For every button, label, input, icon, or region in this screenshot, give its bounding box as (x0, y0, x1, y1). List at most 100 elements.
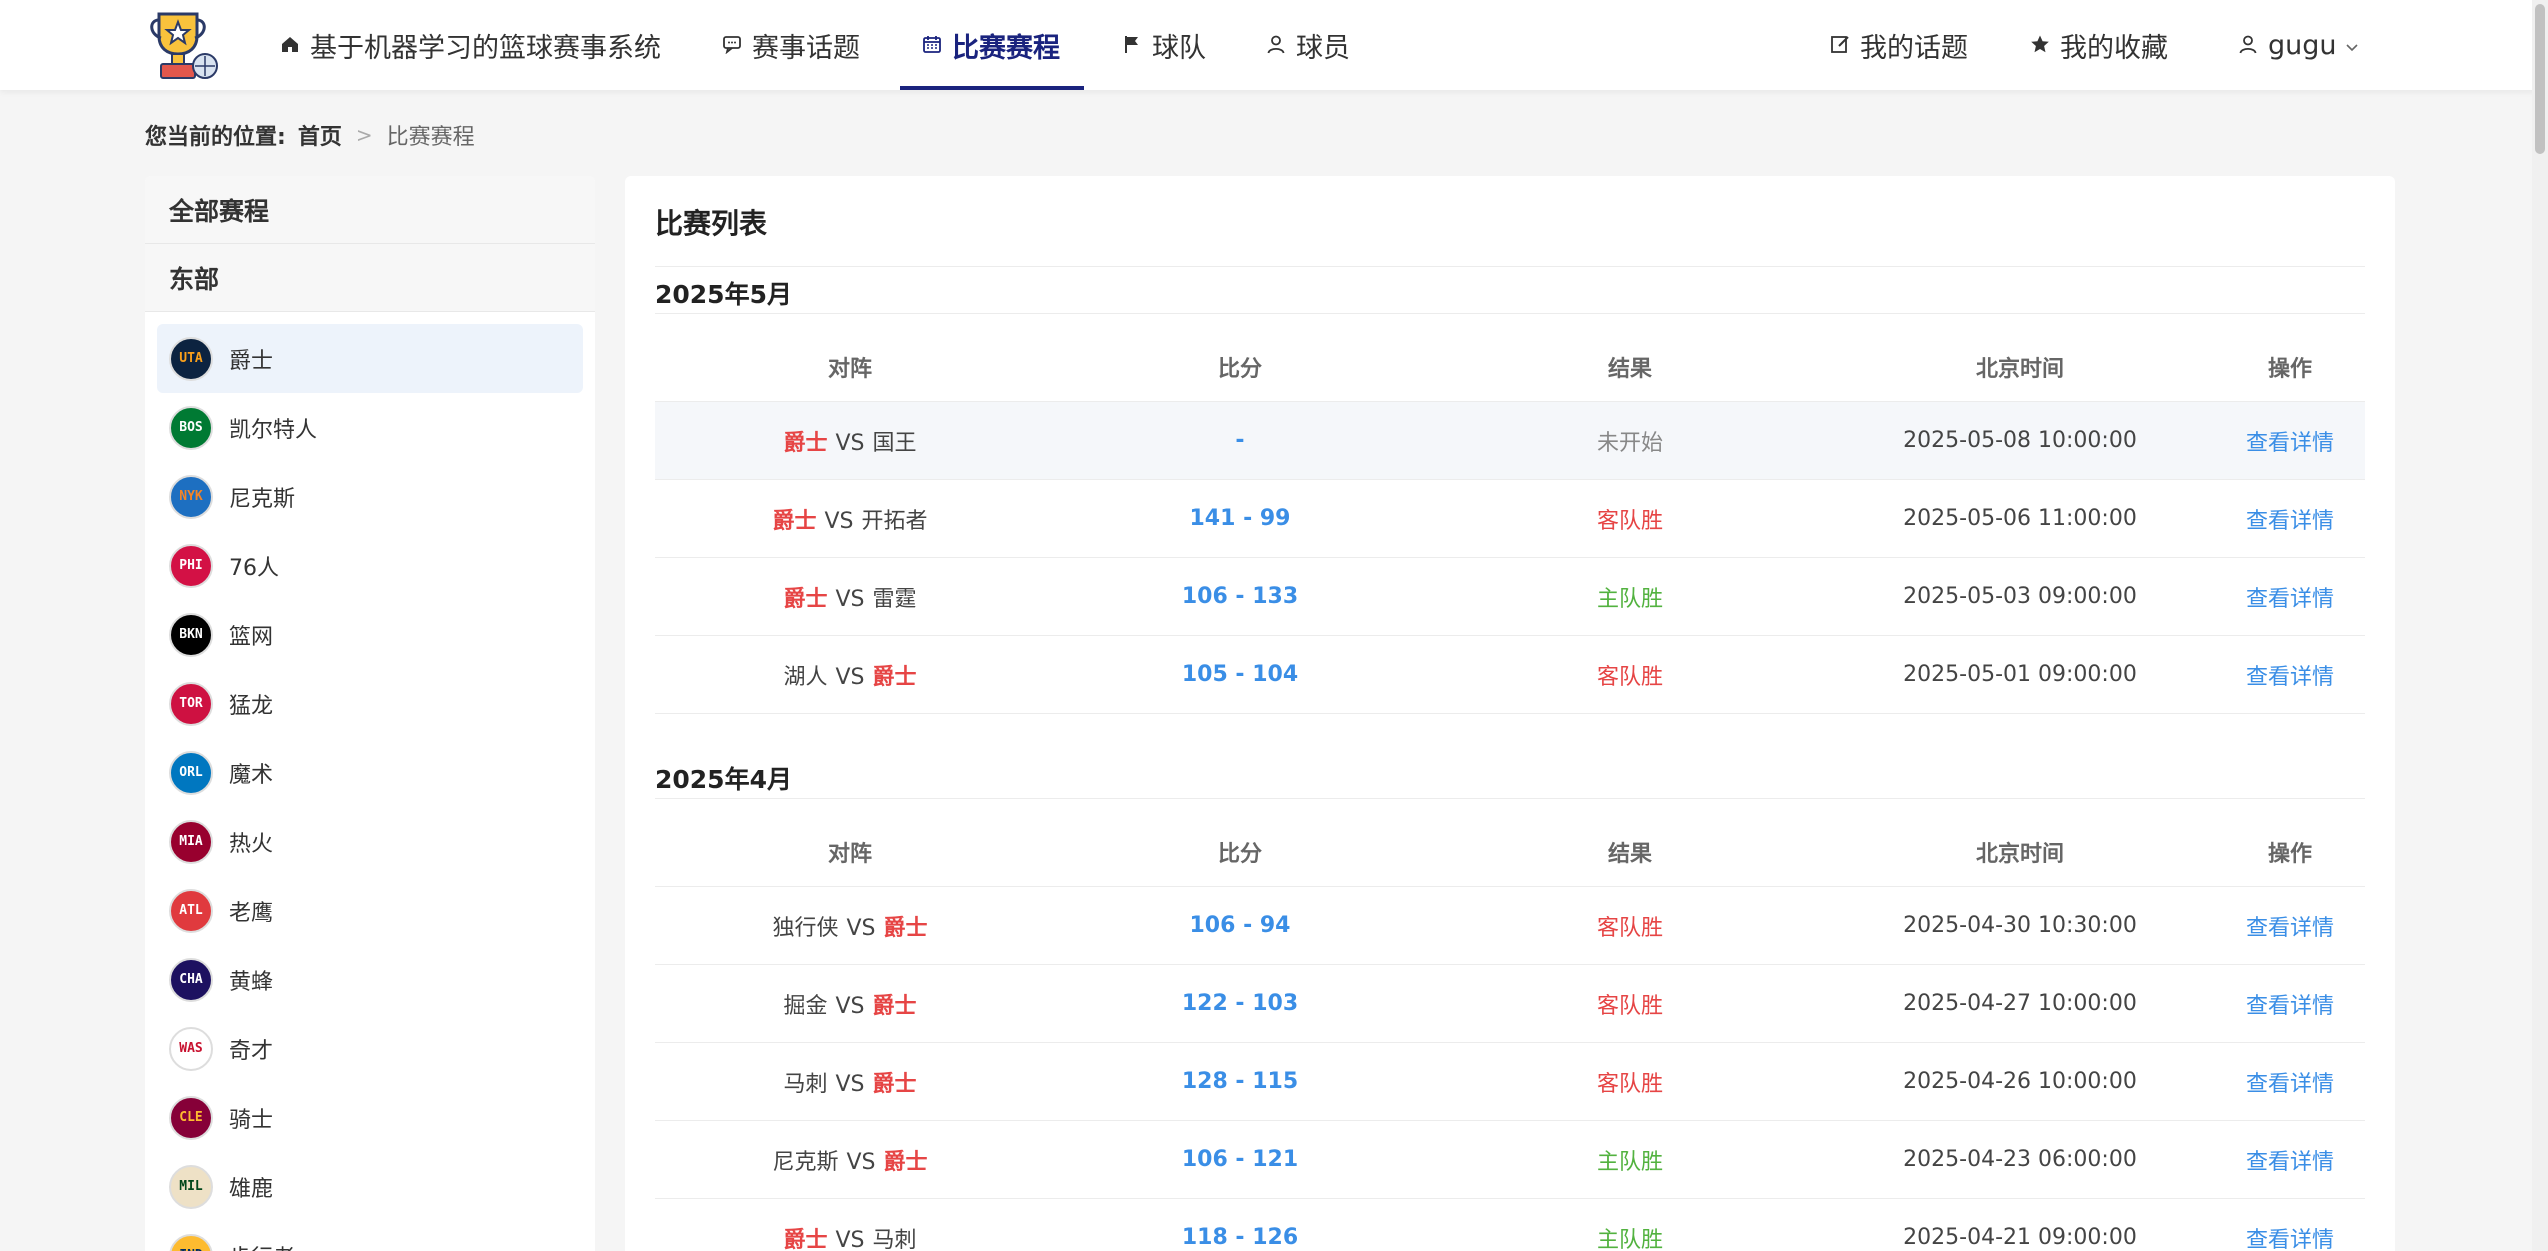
table-row: 爵士 VS 国王 - 未开始 2025-05-08 10:00:00 查看详情. (655, 402, 2365, 480)
nav-players-label: 球员 (1296, 32, 1350, 64)
page-scrollbar[interactable] (2532, 0, 2548, 1251)
sidebar-item-team[interactable]: PHI 76人 (157, 531, 583, 600)
nav-user-menu[interactable]: gugu (2238, 0, 2359, 90)
view-details-link[interactable]: 查看详情 (2246, 431, 2334, 456)
vs-label: VS (846, 915, 876, 941)
team-logo-icon: TOR (169, 681, 213, 726)
result-cell: 客队胜 (1596, 664, 1663, 690)
sidebar-item-team[interactable]: ATL 老鹰 (157, 876, 583, 945)
action-cell: 查看详情. (2215, 1222, 2365, 1251)
nav-teams[interactable]: 球队 (1122, 0, 1206, 90)
view-details-link[interactable]: 查看详情 (2246, 665, 2334, 690)
edit-icon (1830, 30, 1850, 61)
sidebar-item-team[interactable]: CHA 黄蜂 (157, 945, 583, 1014)
match-table: 对阵 比分 结果 北京时间 操作 爵士 VS 国王 - 未开始 2025-05-08 10:00:0… (655, 332, 2365, 714)
table-header: 对阵 比分 结果 北京时间 操作 (655, 332, 2365, 402)
team-logo-icon: MIL (169, 1164, 213, 1209)
nav-user-label: gugu (2268, 29, 2337, 61)
sidebar-group-east[interactable]: 东部 (145, 244, 595, 312)
matchup-cell: 尼克斯 VS 爵士 (655, 1144, 1045, 1176)
team-name: 热火 (229, 831, 274, 857)
breadcrumb-home-link[interactable]: 首页 (298, 119, 342, 151)
team-logo-icon: MIA (169, 819, 213, 864)
nav-favorites-label: 我的收藏 (2060, 32, 2168, 64)
trophy-logo-icon[interactable] (145, 8, 221, 82)
matchup-cell: 爵士 VS 雷霆 (655, 581, 1045, 613)
result-cell: 客队胜 (1596, 508, 1663, 534)
time-cell: 2025-04-30 10:30:00 (1903, 913, 2137, 938)
team-name: 步行者 (229, 1240, 295, 1251)
matchup-cell: 爵士 VS 国王 (655, 425, 1045, 457)
sidebar-item-team[interactable]: TOR 猛龙 (157, 669, 583, 738)
sidebar-item-team[interactable]: CLE 骑士 (157, 1083, 583, 1152)
away-team: 雷霆 (872, 586, 917, 612)
sidebar-item-team[interactable]: NYK 尼克斯 (157, 462, 583, 531)
sidebar-item-team[interactable]: BOS 凯尔特人 (157, 393, 583, 462)
nav-topics-label: 赛事话题 (752, 32, 860, 64)
nav-active-indicator (900, 86, 1084, 90)
result-cell: 主队胜 (1596, 586, 1663, 612)
nav-players[interactable]: 球员 (1266, 0, 1350, 90)
time-cell: 2025-05-06 11:00:00 (1903, 506, 2137, 531)
column-header-result: 结果 (1607, 841, 1652, 867)
team-name: 老鹰 (229, 900, 274, 926)
table-header: 对阵 比分 结果 北京时间 操作 (655, 817, 2365, 887)
nav-brand-label: 基于机器学习的篮球赛事系统 (310, 32, 661, 64)
view-details-link[interactable]: 查看详情 (2246, 587, 2334, 612)
team-name: 雄鹿 (229, 1176, 274, 1202)
result-cell: 主队胜 (1596, 1227, 1663, 1251)
sidebar-item-team[interactable]: WAS 奇才 (157, 1014, 583, 1083)
action-cell: 查看详情. (2215, 1066, 2365, 1098)
table-row: 湖人 VS 爵士 105 - 104 客队胜 2025-05-01 09:00:00 查看详… (655, 636, 2365, 714)
user-icon (2238, 30, 2258, 61)
scrollbar-thumb[interactable] (2535, 4, 2545, 154)
matchup-cell: 爵士 VS 开拓者 (655, 503, 1045, 535)
month-title: 2025年5月 (655, 272, 2365, 314)
column-header-result: 结果 (1607, 356, 1652, 382)
score-cell: - (1235, 428, 1245, 453)
nav-schedule[interactable]: 比赛赛程 (922, 0, 1060, 90)
away-team: 爵士 (872, 993, 917, 1019)
action-cell: 查看详情. (2215, 425, 2365, 457)
sidebar-item-team[interactable]: BKN 篮网 (157, 600, 583, 669)
result-cell: 客队胜 (1596, 1071, 1663, 1097)
view-details-link[interactable]: 查看详情 (2246, 994, 2334, 1019)
score-cell: 106 - 133 (1181, 584, 1299, 609)
sidebar-item-team[interactable]: MIL 雄鹿 (157, 1152, 583, 1221)
team-logo-icon: PHI (169, 543, 213, 588)
title-divider (655, 266, 2365, 267)
nav-brand[interactable]: 基于机器学习的篮球赛事系统 (280, 0, 661, 90)
sidebar-item-team[interactable]: UTA 爵士 (157, 324, 583, 393)
nav-favorites[interactable]: 我的收藏 (2030, 0, 2168, 90)
sidebar-item-team[interactable]: MIA 热火 (157, 807, 583, 876)
sidebar-item-team[interactable]: IND 步行者 (157, 1221, 583, 1251)
time-cell: 2025-05-08 10:00:00 (1903, 428, 2137, 453)
sidebar-all-schedule[interactable]: 全部赛程 (145, 176, 595, 244)
home-team: 尼克斯 (772, 1149, 839, 1175)
view-details-link[interactable]: 查看详情 (2246, 916, 2334, 941)
month-section: 2025年5月 对阵 比分 结果 北京时间 操作 爵士 VS 国王 - 未开始 2025-05-08 … (655, 272, 2365, 714)
view-details-link[interactable]: 查看详情 (2246, 1072, 2334, 1097)
team-name: 猛龙 (229, 693, 274, 719)
calendar-icon (922, 30, 942, 61)
nav-schedule-label: 比赛赛程 (952, 32, 1060, 64)
sidebar-item-team[interactable]: ORL 魔术 (157, 738, 583, 807)
score-cell: 106 - 121 (1181, 1147, 1299, 1172)
month-section: 2025年4月 对阵 比分 结果 北京时间 操作 独行侠 VS 爵士 106 - 94 客队胜 202… (655, 757, 2365, 1251)
view-details-link[interactable]: 查看详情 (2246, 1150, 2334, 1175)
table-row: 尼克斯 VS 爵士 106 - 121 主队胜 2025-04-23 06:00:00 查看… (655, 1121, 2365, 1199)
home-team: 爵士 (772, 508, 817, 534)
view-details-link[interactable]: 查看详情 (2246, 1228, 2334, 1251)
time-cell: 2025-04-27 10:00:00 (1903, 991, 2137, 1016)
nav-topics[interactable]: 赛事话题 (722, 0, 860, 90)
view-details-link[interactable]: 查看详情 (2246, 509, 2334, 534)
home-team: 爵士 (783, 430, 828, 456)
vs-label: VS (846, 1149, 876, 1175)
team-logo-icon: CLE (169, 1095, 213, 1140)
score-cell: 118 - 126 (1181, 1225, 1299, 1250)
column-header-score: 比分 (1217, 841, 1262, 867)
result-cell: 客队胜 (1596, 915, 1663, 941)
home-icon (280, 30, 300, 61)
nav-my-topics[interactable]: 我的话题 (1830, 0, 1968, 90)
team-list: UTA 爵士 BOS 凯尔特人 NYK 尼克斯 PHI 76人 BKN 篮网 TOR 猛龙 ORL 魔术 M… (145, 312, 595, 1251)
